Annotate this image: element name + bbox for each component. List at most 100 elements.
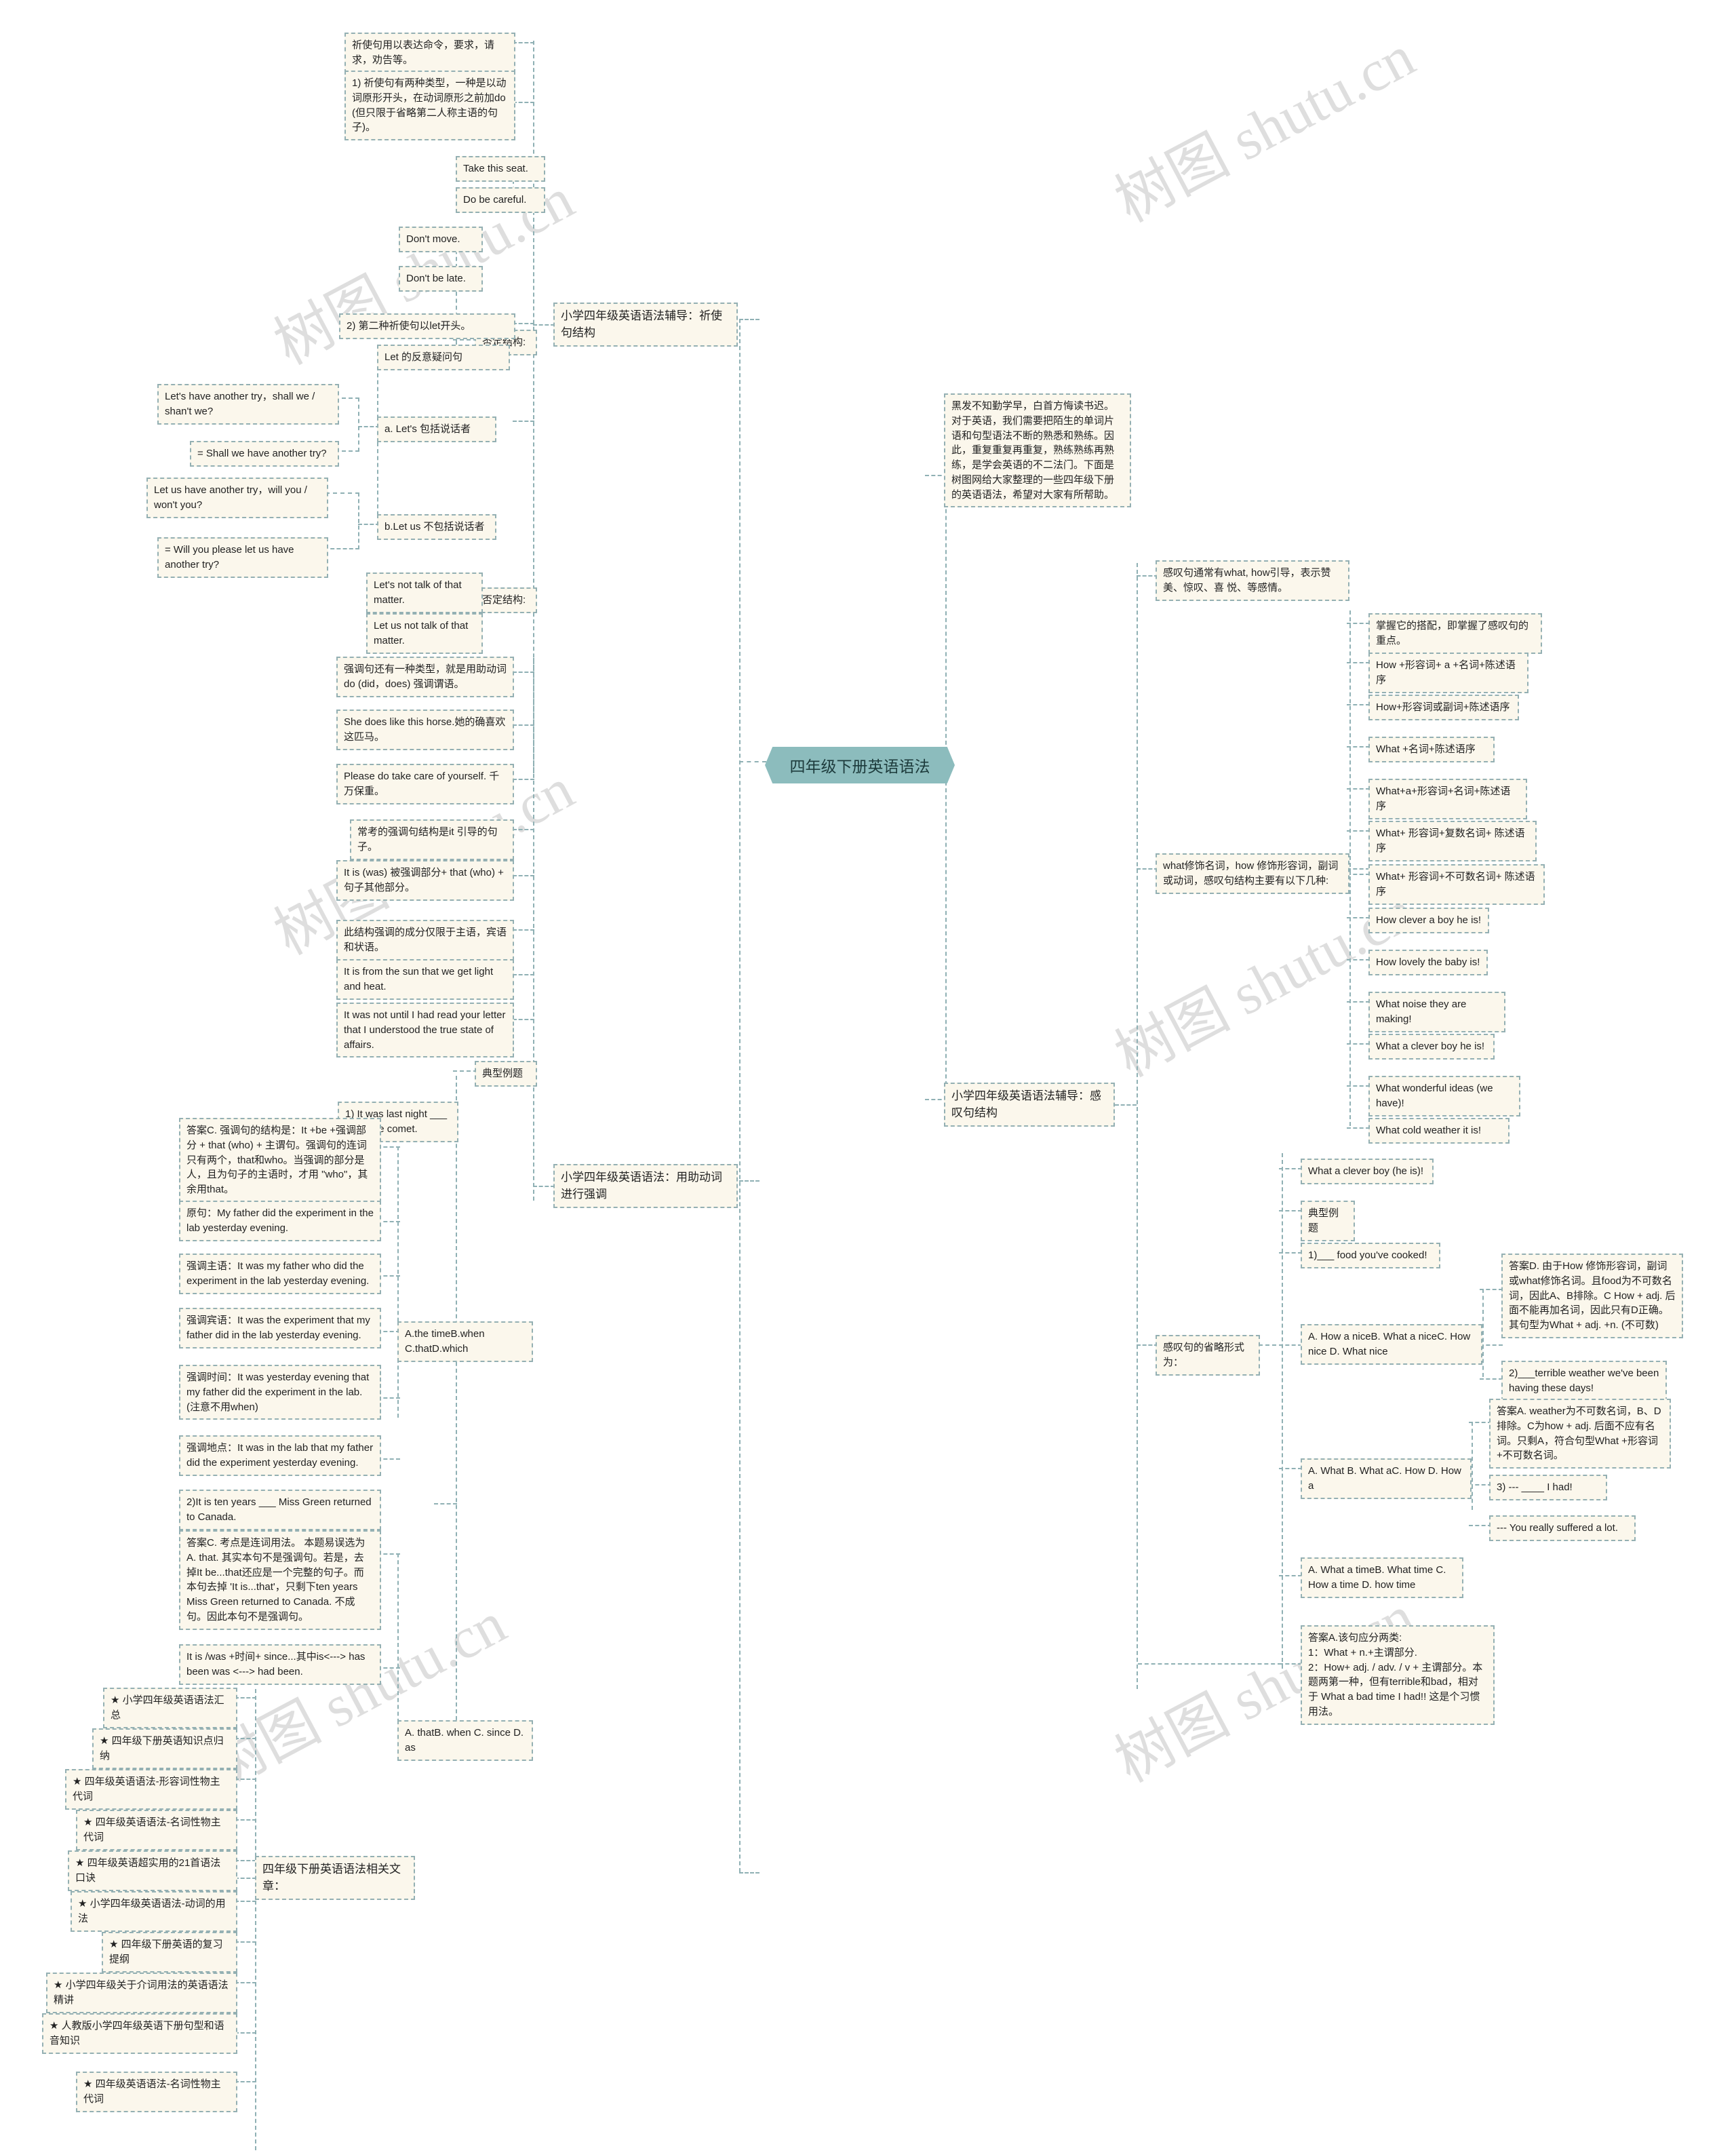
exclamatory-modify-rule: what修饰名词，how 修饰形容词，副词或动词，感叹句结构主要有以下几种: xyxy=(1156,853,1349,894)
branch-title-related[interactable]: 四年级下册英语语法相关文章： xyxy=(255,1856,415,1901)
exclamatory-structure: What+ 形容词+不可数名词+ 陈述语序 xyxy=(1368,864,1545,905)
related-article-item[interactable]: ★ 四年级英语超实用的21首语法口诀 xyxy=(68,1850,237,1891)
connector xyxy=(1469,1484,1492,1486)
connector xyxy=(739,1180,760,1182)
imperative-definition: 祈使句用以表达命令，要求，请求，劝告等。 xyxy=(344,33,515,73)
exclamatory-exercise-3-reply: --- You really suffered a lot. xyxy=(1489,1515,1636,1541)
related-article-item[interactable]: ★ 四年级英语语法-名词性物主代词 xyxy=(76,1810,237,1850)
connector xyxy=(235,1819,256,1821)
emphasis-question-2-options: A. thatB. when C. since D. as xyxy=(397,1720,533,1761)
exclamatory-structure: What+ 形容词+复数名词+ 陈述语序 xyxy=(1368,821,1537,861)
related-article-item[interactable]: ★ 人教版小学四年级英语下册句型和语音知识 xyxy=(42,2013,237,2054)
connector xyxy=(235,1982,256,1983)
connector xyxy=(513,829,534,830)
exclamatory-ellipsis-example: What a clever boy (he is)! xyxy=(1301,1159,1434,1184)
emphasis-q2-answer: 答案C. 考点是连词用法。 本题易误选为A. that. 其实本句不是强调句。若… xyxy=(179,1530,381,1630)
connector xyxy=(1472,1422,1473,1510)
imperative-negative2-label: 否定结构: xyxy=(475,587,537,613)
connector xyxy=(1347,746,1370,748)
letus-example: Let us have another try，will you / won't… xyxy=(146,478,328,518)
connector xyxy=(1279,1252,1302,1254)
connector xyxy=(1279,1468,1302,1469)
related-article-item[interactable]: ★ 小学四年级英语语法-动词的用法 xyxy=(71,1891,237,1932)
exclamatory-definition: 感叹句通常有what, how引导，表示赞美、惊叹、喜 悦、等感情。 xyxy=(1156,560,1349,601)
emphasis-q1-time: 强调时间：It was yesterday evening that my fa… xyxy=(179,1365,381,1420)
connector xyxy=(1137,563,1138,1689)
imperative-type2: 2) 第二种祈使句以let开头。 xyxy=(339,313,515,339)
connector xyxy=(397,1146,399,1418)
connector xyxy=(513,102,534,103)
connector xyxy=(513,779,534,780)
imperative-example: Take this seat. xyxy=(456,156,545,182)
exclamatory-e3-answer: 答案A.该句应分两类: 1：What + n.+主谓部分. 2：How+ adj… xyxy=(1301,1625,1495,1725)
root-node[interactable]: 四年级下册英语语法 xyxy=(765,747,955,783)
related-article-item[interactable]: ★ 小学四年级英语语法汇总 xyxy=(103,1688,237,1728)
connector xyxy=(1279,1663,1302,1665)
connector xyxy=(1279,1210,1302,1211)
let-tag-question-label: Let 的反意疑问句 xyxy=(377,345,510,370)
connector xyxy=(1282,1153,1283,1669)
exclamatory-exercise-1-options: A. How a niceB. What a niceC. How nice D… xyxy=(1301,1324,1482,1365)
connector xyxy=(513,724,534,726)
connector xyxy=(1279,1575,1302,1576)
connector xyxy=(513,421,534,422)
connector xyxy=(434,1503,457,1504)
emphasis-do-example: Please do take care of yourself. 千万保重。 xyxy=(336,764,514,804)
connector xyxy=(456,1076,457,1741)
connector xyxy=(1347,1085,1370,1087)
connector xyxy=(397,1553,399,1736)
imperative-type1: 1) 祈使句有两种类型，一种是以动词原形开头，在动词原形之前加do (但只限于省… xyxy=(344,71,515,140)
related-article-item[interactable]: ★ 四年级英语语法-形容词性物主代词 xyxy=(65,1769,237,1810)
emphasis-question-2: 2)It is ten years ___ Miss Green returne… xyxy=(179,1490,381,1530)
connector xyxy=(326,492,359,494)
emphasis-question-1-options: A.the timeB.when C.thatD.which xyxy=(397,1321,533,1362)
emphasis-typical-label: 典型例题 xyxy=(475,1061,537,1087)
connector xyxy=(453,1070,477,1072)
branch-title-exclamatory[interactable]: 小学四年级英语语法辅导：感叹句结构 xyxy=(944,1083,1115,1127)
connector xyxy=(1347,662,1370,663)
connector xyxy=(1347,830,1370,832)
branch-title-emphasis[interactable]: 小学四年级英语语法：用助动词进行强调 xyxy=(553,1164,738,1209)
connector xyxy=(235,1941,256,1943)
related-article-item[interactable]: ★ 小学四年级关于介词用法的英语语法精讲 xyxy=(46,1973,237,2013)
emphasis-do-example: She does like this horse.她的确喜欢这匹马。 xyxy=(336,710,514,750)
emphasis-q1-original: 原句：My father did the experiment in the l… xyxy=(179,1201,381,1241)
connector xyxy=(1347,1127,1370,1129)
related-article-item[interactable]: ★ 四年级英语语法-名词性物主代词 xyxy=(76,2072,237,2112)
emphasis-it-structure: It is (was) 被强调部分+ that (who) + 句子其他部分。 xyxy=(336,860,514,901)
imperative-negative2-example: Let us not talk of that matter. xyxy=(366,613,483,654)
connector xyxy=(513,1019,534,1020)
branch-title-imperative[interactable]: 小学四年级英语语法辅导：祈使句结构 xyxy=(553,303,738,347)
connector xyxy=(453,339,477,341)
related-article-item[interactable]: ★ 四年级下册英语知识点归纳 xyxy=(92,1728,237,1769)
exclamatory-structure: What +名词+陈述语序 xyxy=(1368,737,1495,762)
connector xyxy=(739,319,741,1872)
connector xyxy=(1469,1422,1492,1423)
connector xyxy=(1347,623,1370,624)
letus-example: = Will you please let us have another tr… xyxy=(157,537,328,578)
emphasis-it-scope: 此结构强调的成分仅限于主语，宾语和状语。 xyxy=(336,920,514,960)
exclamatory-structure: How+形容词或副词+陈述语序 xyxy=(1368,695,1519,720)
connector xyxy=(533,324,555,326)
exclamatory-example: How clever a boy he is! xyxy=(1368,908,1489,933)
emphasis-q1-answer: 答案C. 强调句的结构是：It +be +强调部分 + that (who) +… xyxy=(179,1118,381,1203)
related-article-item[interactable]: ★ 四年级下册英语的复习提纲 xyxy=(102,1932,237,1973)
connector xyxy=(739,761,766,762)
exclamatory-structure: What+a+形容词+名词+陈述语序 xyxy=(1368,779,1527,819)
connector xyxy=(1347,1043,1370,1045)
intro-text: 黑发不知勤学早，白首方悔读书迟。对于英语，我们需要把陌生的单词片语和句型语法不断… xyxy=(944,393,1131,508)
imperative-negative2-example: Let's not talk of that matter. xyxy=(366,572,483,613)
connector xyxy=(513,929,534,931)
exclamatory-typical-label: 典型例题 xyxy=(1301,1201,1355,1241)
exclamatory-exercise-3-options: A. What a timeB. What time C. How a time… xyxy=(1301,1557,1463,1598)
exclamatory-exercise-2: 2)___terrible weather we've been having … xyxy=(1501,1361,1667,1401)
emphasis-q1-place: 强调地点：It was in the lab that my father di… xyxy=(179,1435,381,1476)
exclamatory-ellipsis-label: 感叹句的省略形式为： xyxy=(1156,1335,1260,1376)
connector xyxy=(1347,788,1370,790)
connector xyxy=(1347,917,1370,918)
connector xyxy=(1347,704,1370,705)
lets-example: = Shall we have another try? xyxy=(190,441,339,467)
connector xyxy=(1480,1289,1503,1290)
exclamatory-example: What wonderful ideas (we have)! xyxy=(1368,1076,1520,1117)
connector xyxy=(513,875,534,876)
